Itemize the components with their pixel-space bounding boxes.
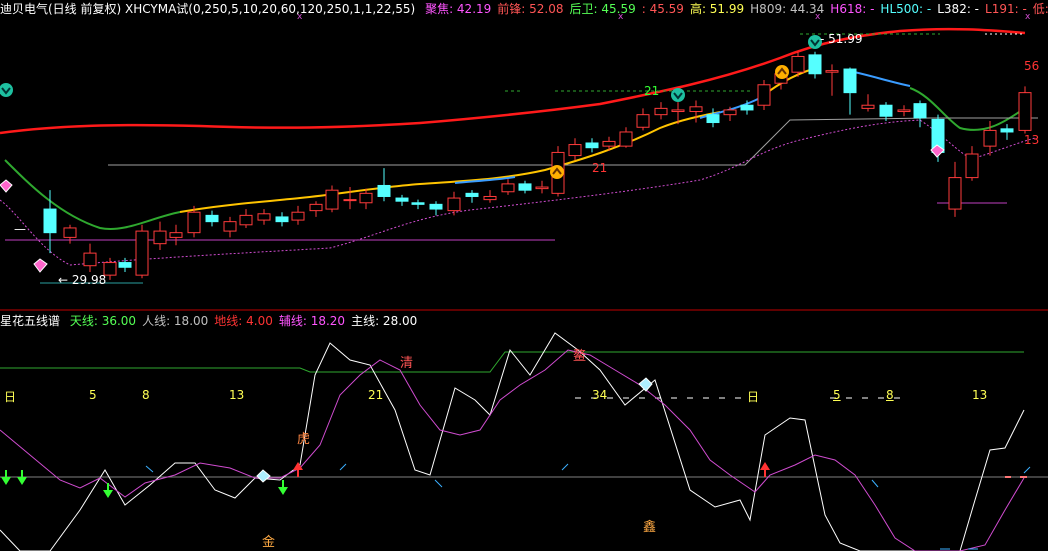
candle-49 — [897, 105, 911, 117]
support-line — [108, 117, 1038, 166]
ma-long-line — [0, 27, 1026, 135]
candle-14 — [291, 205, 305, 225]
candle-27 — [518, 180, 532, 194]
candle-23 — [447, 191, 461, 216]
top-marker-x4: x — [1025, 12, 1031, 22]
candle-20 — [395, 194, 409, 206]
candle-9 — [205, 210, 219, 227]
candle-1 — [63, 224, 77, 244]
candle-4 — [118, 257, 132, 272]
char-label-hu: 虎 — [297, 432, 311, 447]
red-up-arrow-2 — [760, 462, 770, 477]
candle-7 — [169, 224, 183, 246]
fib-label-13-2: 13 — [972, 388, 988, 402]
blue-arrow-1 — [145, 465, 154, 473]
candle-18 — [359, 188, 373, 210]
fib-label-21: 21 — [368, 388, 384, 402]
ma-short-segment-green-right — [909, 87, 1026, 131]
signal-sell-badge-mid[interactable] — [671, 88, 685, 102]
signal-buy-badge-mid[interactable] — [550, 165, 564, 179]
green-down-arrow-1 — [1, 470, 11, 485]
char-label-qing: 清 — [400, 356, 414, 371]
low-price-label: ← 29.98 — [58, 273, 107, 287]
candle-46 — [843, 67, 857, 115]
candle-10 — [223, 216, 237, 238]
char-label-jin: 金 — [262, 535, 276, 550]
candle-56 — [1018, 86, 1032, 134]
candle-11 — [239, 209, 253, 228]
candle-16 — [325, 185, 339, 213]
ma-short-segment-green — [4, 159, 181, 230]
top-marker-x3: x — [815, 12, 821, 22]
candle-0 — [43, 190, 57, 254]
dash-marker: — — [14, 222, 26, 236]
candle-38 — [706, 108, 720, 128]
blue-arrow-6 — [1023, 466, 1031, 474]
candle-2 — [83, 243, 97, 272]
char-label-xin: 鑫 — [643, 520, 657, 535]
candle-41 — [757, 80, 771, 110]
main-line — [0, 332, 1025, 551]
candle-34 — [636, 108, 650, 131]
top-marker-x2: x — [618, 12, 624, 22]
count-label-21-green: 21 — [644, 84, 660, 98]
chart-canvas[interactable]: x x x x — [0, 0, 1048, 551]
fib-label-34: 34 — [592, 388, 608, 402]
candle-15 — [309, 201, 323, 217]
fib-label-5-2: 5 — [833, 388, 841, 402]
signal-sell-badge-left[interactable] — [0, 83, 13, 97]
high-price-label: - 51.99 — [820, 32, 863, 46]
candle-44 — [808, 51, 822, 79]
fib-label-ri-1: 日 — [4, 390, 17, 404]
candle-47 — [861, 94, 875, 112]
green-down-arrow-4 — [278, 480, 288, 495]
candle-13 — [275, 212, 289, 227]
blue-arrow-5 — [871, 479, 879, 488]
candle-30 — [568, 138, 582, 161]
blue-arrow-3 — [434, 479, 443, 488]
sky-line — [0, 351, 1024, 373]
candle-5 — [135, 224, 149, 279]
fib-label-ri-2: 日 — [747, 390, 760, 404]
blue-arrow-4 — [561, 463, 569, 471]
stock-chart-window: 迪贝电气(日线 前复权) XHCYMA试(0,250,5,10,20,60,12… — [0, 0, 1048, 551]
blue-arrow-2 — [339, 463, 347, 471]
count-label-21-red: 21 — [592, 161, 608, 175]
candle-26 — [501, 179, 515, 195]
candle-52 — [948, 161, 962, 217]
candle-35 — [654, 102, 668, 120]
candle-21 — [411, 199, 425, 210]
fib-label-5-1: 5 — [89, 388, 97, 402]
candle-31 — [585, 138, 599, 153]
candle-53 — [965, 146, 979, 181]
fib-label-13-1: 13 — [229, 388, 245, 402]
char-label-ao: 鳌 — [573, 349, 587, 364]
fib-label-8-2: 8 — [886, 388, 894, 402]
candle-55 — [1000, 124, 1014, 140]
diamond-icon-low — [33, 258, 48, 273]
candle-24 — [465, 190, 479, 203]
diamond-icon-indicator-2 — [638, 377, 653, 392]
candle-6 — [153, 221, 167, 250]
candle-17 — [343, 187, 357, 210]
green-down-arrow-3 — [103, 483, 113, 498]
top-marker-x1: x — [297, 12, 303, 22]
candle-19 — [377, 168, 391, 202]
count-label-56: 56 — [1024, 59, 1040, 73]
green-down-arrow-2 — [17, 470, 27, 485]
red-up-arrow-1 — [293, 462, 303, 477]
count-label-13: 13 — [1024, 133, 1040, 147]
candle-33 — [619, 127, 633, 148]
candle-45 — [825, 64, 839, 96]
diamond-icon-left — [0, 179, 13, 193]
aux-line — [0, 349, 1025, 551]
candle-12 — [257, 209, 271, 225]
candle-22 — [429, 201, 443, 216]
diamond-icon-indicator-1 — [256, 469, 271, 483]
signal-buy-badge-top[interactable] — [775, 65, 789, 79]
candle-25 — [483, 190, 497, 203]
fib-label-8-1: 8 — [142, 388, 150, 402]
candlesticks — [43, 51, 1032, 280]
candle-28 — [535, 180, 549, 194]
